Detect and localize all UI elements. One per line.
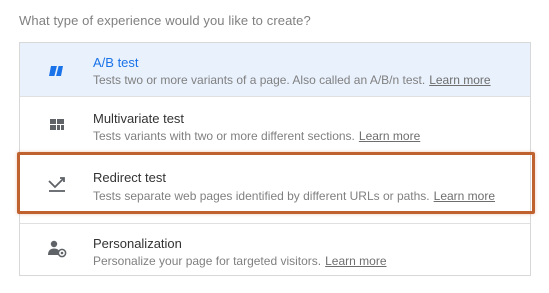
option-description-text: Tests variants with two or more differen… [93, 129, 355, 143]
option-description: Tests separate web pages identified by d… [93, 189, 495, 203]
learn-more-link[interactable]: Learn more [359, 129, 420, 143]
learn-more-link[interactable]: Learn more [325, 254, 386, 268]
option-description-text: Personalize your page for targeted visit… [93, 254, 322, 268]
learn-more-link[interactable]: Learn more [434, 189, 495, 203]
option-description-text: Tests two or more variants of a page. Al… [93, 73, 426, 87]
option-personalization[interactable]: Personalization Personalize your page fo… [20, 223, 530, 277]
option-title: Redirect test [93, 170, 166, 185]
option-ab-test[interactable]: A/B test Tests two or more variants of a… [20, 43, 530, 97]
redirect-arrow-icon [48, 177, 65, 192]
personalization-user-icon [48, 240, 67, 258]
option-description: Personalize your page for targeted visit… [93, 254, 387, 268]
option-title: Personalization [93, 236, 182, 251]
multivariate-grid-icon [50, 119, 64, 130]
option-description: Tests variants with two or more differen… [93, 129, 420, 143]
option-description: Tests two or more variants of a page. Al… [93, 73, 491, 87]
divider [20, 212, 530, 213]
experience-type-list: A/B test Tests two or more variants of a… [19, 42, 531, 276]
ab-test-icon [49, 64, 63, 78]
learn-more-link[interactable]: Learn more [429, 73, 490, 87]
option-title: A/B test [93, 55, 139, 70]
option-multivariate-test[interactable]: Multivariate test Tests variants with tw… [20, 97, 530, 149]
option-description-text: Tests separate web pages identified by d… [93, 189, 430, 203]
page-question: What type of experience would you like t… [19, 13, 311, 28]
option-redirect-test[interactable]: Redirect test Tests separate web pages i… [20, 154, 530, 212]
option-title: Multivariate test [93, 111, 185, 126]
